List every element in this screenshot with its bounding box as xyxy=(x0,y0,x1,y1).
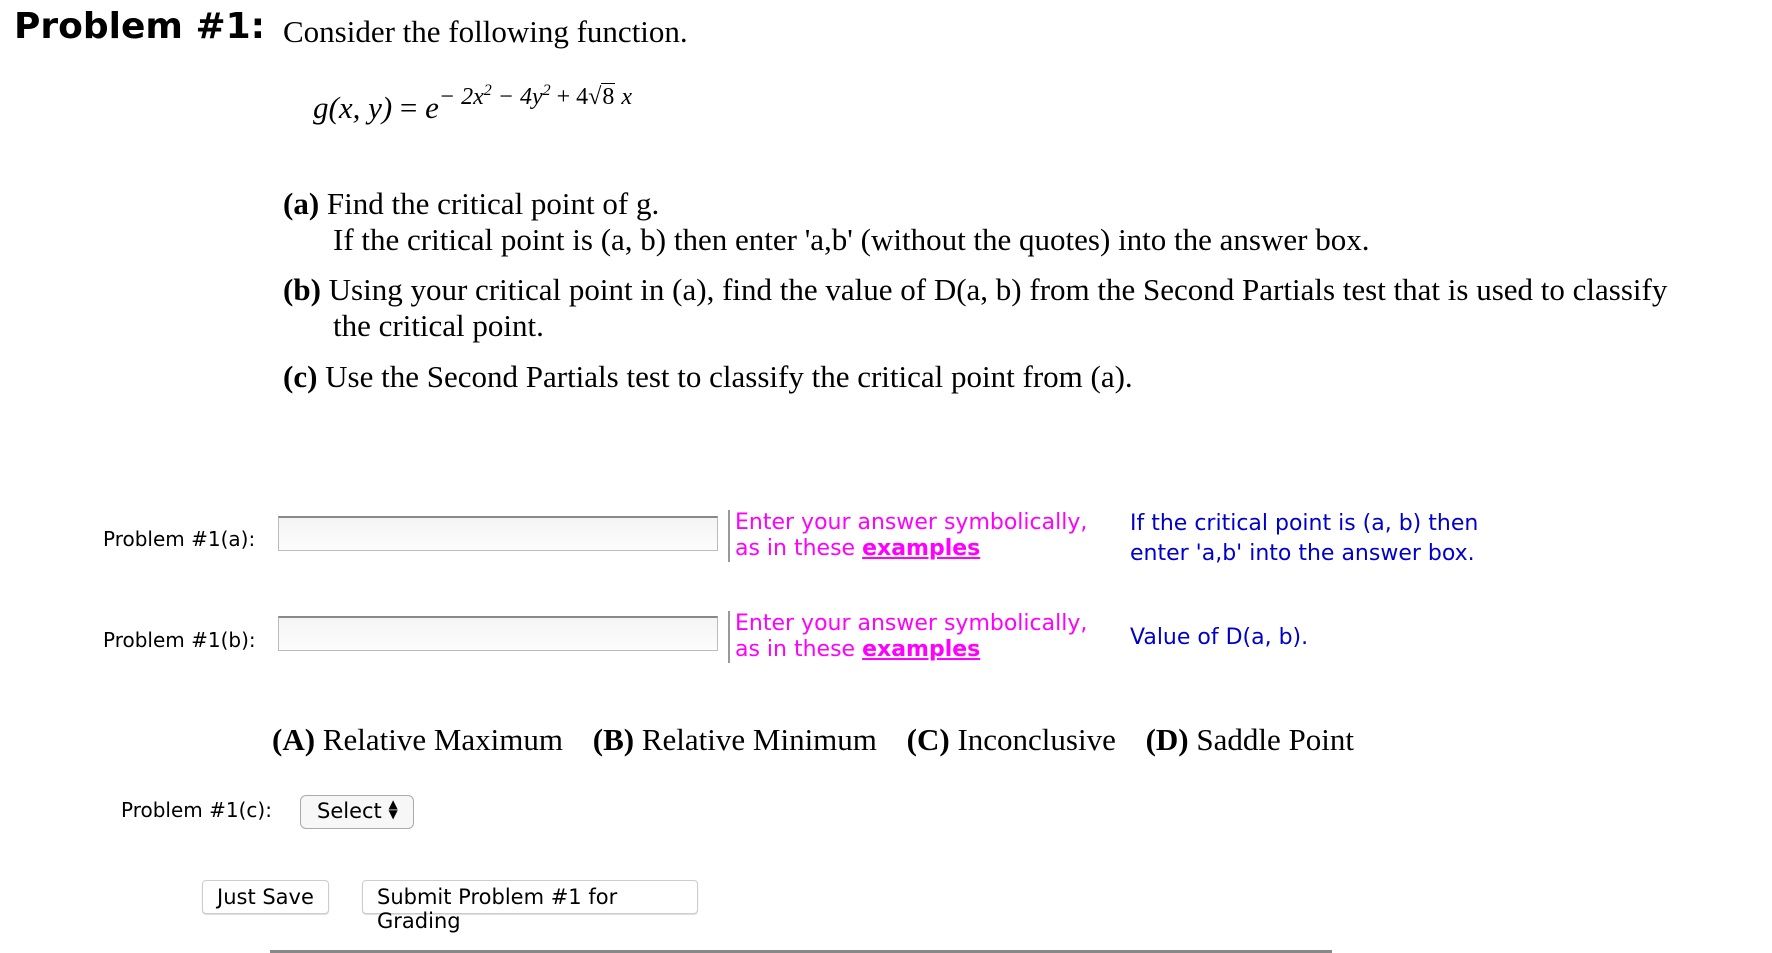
part-c-tag: (c) xyxy=(283,359,318,394)
answer-a-label: Problem #1(a): xyxy=(103,527,256,551)
formula-base: e xyxy=(425,90,439,125)
updown-arrows-icon: ▲ ▼ xyxy=(388,797,398,821)
answer-a-note: If the critical point is (a, b) then ent… xyxy=(1130,511,1479,566)
part-a-line1: Find the critical point of g. xyxy=(326,186,660,221)
part-c-line1: Use the Second Partials test to classify… xyxy=(325,359,1133,394)
answer-a-hint: Enter your answer symbolically, as in th… xyxy=(728,510,1087,562)
option-b: (B) Relative Minimum xyxy=(592,722,877,757)
part-a-tag: (a) xyxy=(283,186,320,221)
formula-equals: = xyxy=(399,90,418,125)
problem-heading: Problem #1: xyxy=(14,6,266,47)
examples-link-a[interactable]: examples xyxy=(862,536,980,561)
answer-b-hint: Enter your answer symbolically, as in th… xyxy=(728,611,1087,663)
part-b: (b) Using your critical point in (a), fi… xyxy=(283,272,1667,344)
answer-c-label: Problem #1(c): xyxy=(121,798,272,822)
formula-exponent: − 2x2 − 4y2 + 4√8 x xyxy=(438,82,633,110)
part-b-line2: the critical point. xyxy=(333,308,544,343)
function-formula: g(x, y) = e− 2x2 − 4y2 + 4√8 x xyxy=(313,82,632,126)
classification-options: (A) Relative Maximum (B) Relative Minimu… xyxy=(272,722,1376,758)
option-c: (C) Inconclusive xyxy=(906,722,1116,757)
part-a: (a) Find the critical point of g. If the… xyxy=(283,186,1369,258)
part-c: (c) Use the Second Partials test to clas… xyxy=(283,359,1133,395)
just-save-button[interactable]: Just Save xyxy=(202,880,329,914)
answer-c-select[interactable]: Select ▲ ▼ xyxy=(300,795,414,829)
submit-button[interactable]: Submit Problem #1 for Grading xyxy=(362,880,698,933)
part-b-tag: (b) xyxy=(283,272,321,307)
answer-a-input[interactable] xyxy=(278,516,718,551)
formula-lhs: g(x, y) xyxy=(313,90,393,125)
problem-intro: Consider the following function. xyxy=(283,14,688,49)
answer-b-note: Value of D(a, b). xyxy=(1130,625,1309,650)
part-b-line1: Using your critical point in (a), find t… xyxy=(328,272,1668,307)
answer-b-label: Problem #1(b): xyxy=(103,628,256,652)
option-d: (D) Saddle Point xyxy=(1145,722,1354,757)
option-a: (A) Relative Maximum xyxy=(272,722,564,757)
part-a-line2: If the critical point is (a, b) then ent… xyxy=(333,222,1370,257)
examples-link-b[interactable]: examples xyxy=(862,637,980,662)
answer-b-input[interactable] xyxy=(278,616,718,651)
